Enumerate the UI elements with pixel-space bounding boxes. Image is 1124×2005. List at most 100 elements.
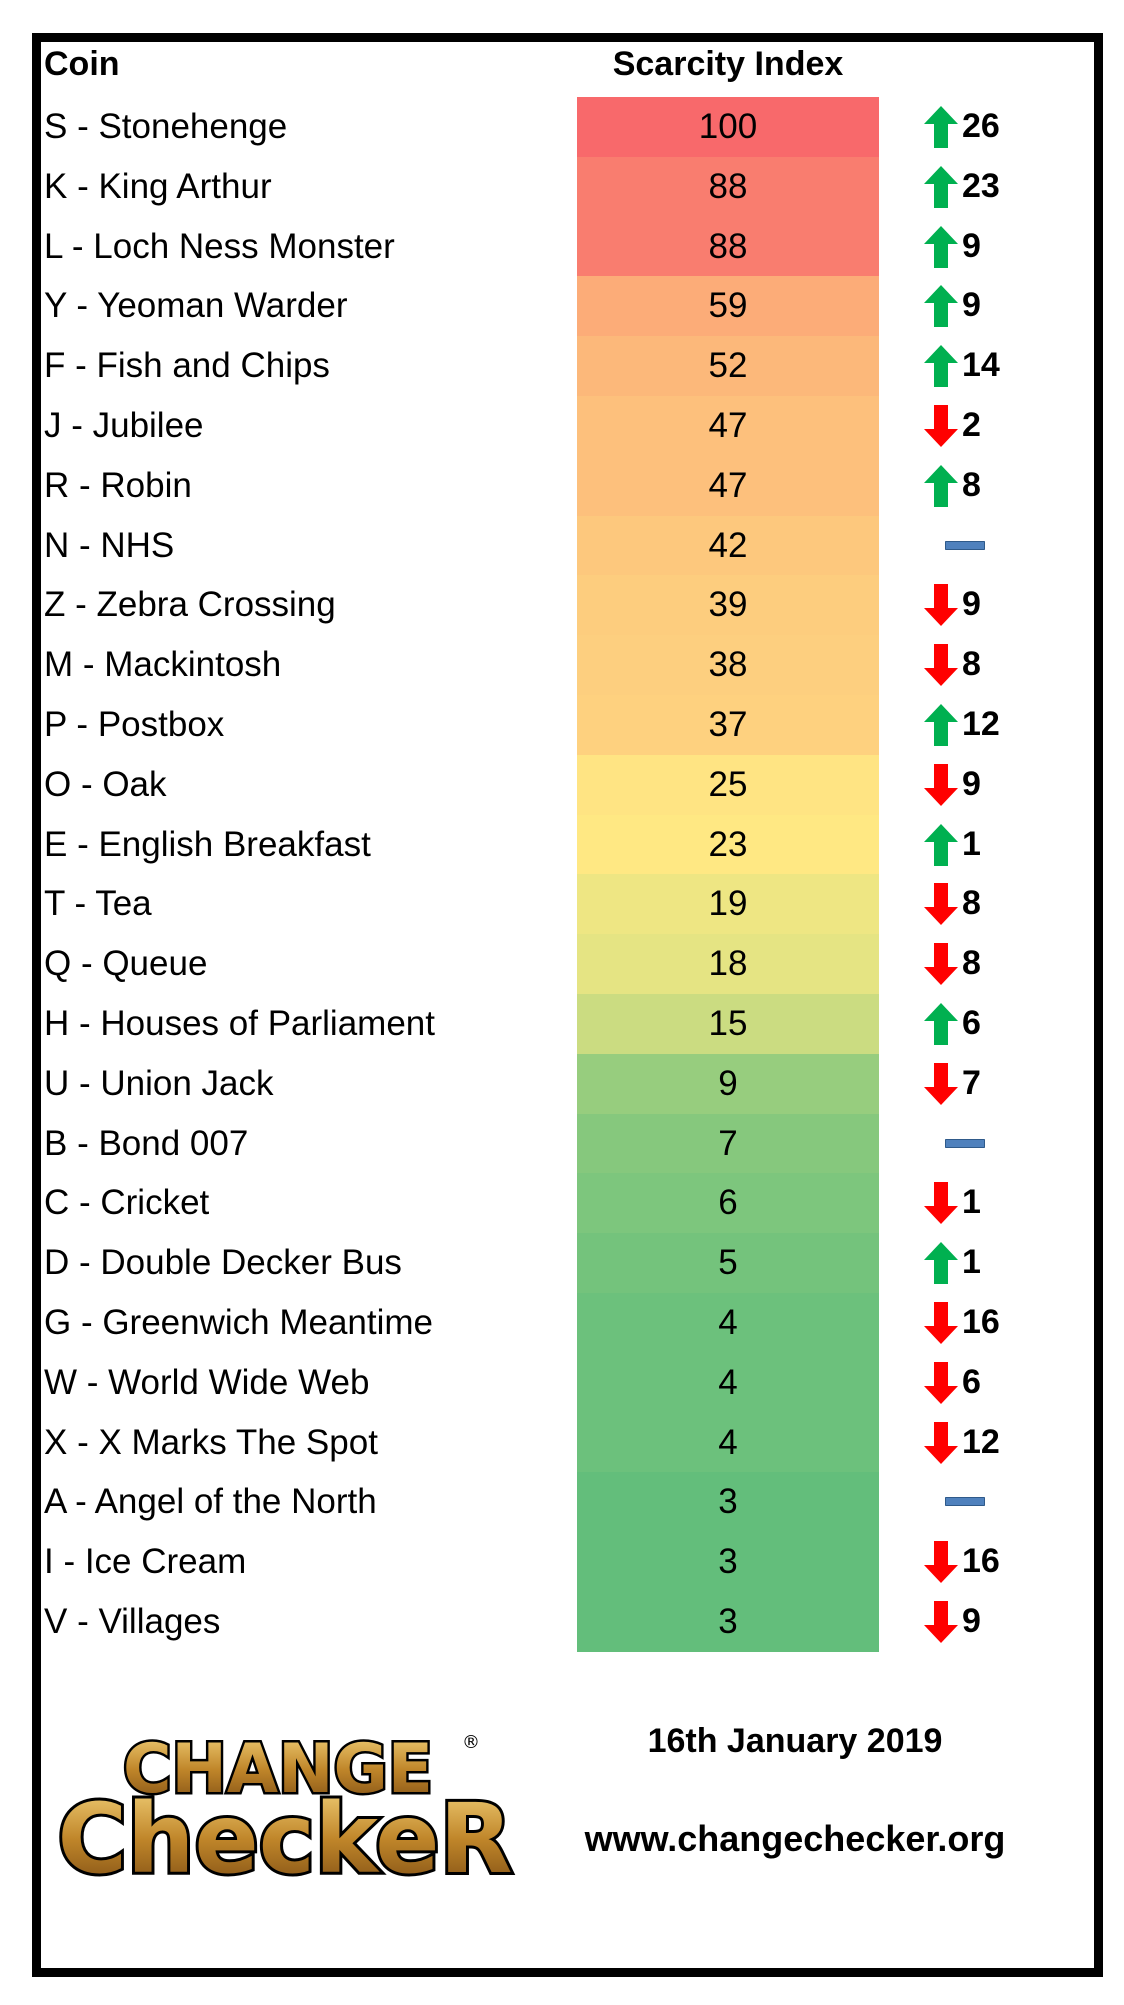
scarcity-index-cell: 4 xyxy=(577,1293,879,1353)
table-row: W - World Wide Web 4 6 xyxy=(0,1352,1124,1413)
rank-change: 6 xyxy=(920,994,1040,1054)
rank-change: 9 xyxy=(920,1592,1040,1652)
rank-change-value: 8 xyxy=(962,645,981,684)
rank-change-value: 6 xyxy=(962,1362,981,1401)
rank-change-value: 23 xyxy=(962,166,1000,205)
rank-change: 6 xyxy=(920,1353,1040,1413)
coin-name: O - Oak xyxy=(44,764,167,804)
rank-change: 1 xyxy=(920,815,1040,875)
rank-change-value: 6 xyxy=(962,1004,981,1042)
rank-change: 14 xyxy=(920,336,1040,396)
scarcity-index-cell: 6 xyxy=(577,1173,879,1234)
table-row: V - Villages 3 9 xyxy=(0,1592,1124,1652)
coin-name: E - English Breakfast xyxy=(44,824,371,864)
scarcity-index-cell: 23 xyxy=(577,814,879,875)
rank-change-value: 9 xyxy=(962,764,981,803)
arrow-up-icon xyxy=(924,165,958,208)
coin-name: L - Loch Ness Monster xyxy=(44,226,395,266)
rank-change-value: 8 xyxy=(962,944,981,983)
scarcity-index-cell: 3 xyxy=(577,1472,879,1533)
scarcity-index-cell: 52 xyxy=(577,336,879,396)
rank-change-value: 7 xyxy=(962,1063,981,1102)
coin-name: V - Villages xyxy=(44,1602,221,1641)
coin-name: U - Union Jack xyxy=(44,1063,274,1103)
rank-change-value: 9 xyxy=(962,585,981,624)
table-row: F - Fish and Chips 52 14 xyxy=(0,336,1124,396)
table-row: D - Double Decker Bus 5 1 xyxy=(0,1233,1124,1293)
table-row: E - English Breakfast 23 1 xyxy=(0,814,1124,875)
arrow-down-icon xyxy=(924,943,958,986)
coin-name: H - Houses of Parliament xyxy=(44,1004,435,1043)
scarcity-index-cell: 3 xyxy=(577,1592,879,1652)
rank-change-value: 12 xyxy=(962,1422,1000,1461)
table-row: A - Angel of the North 3 xyxy=(0,1472,1124,1533)
table-row: U - Union Jack 9 7 xyxy=(0,1053,1124,1114)
table-row: T - Tea 19 8 xyxy=(0,874,1124,935)
arrow-down-icon xyxy=(924,763,958,806)
table-row: J - Jubilee 47 2 xyxy=(0,396,1124,456)
rank-change: 16 xyxy=(920,1293,1040,1353)
rank-change-value: 8 xyxy=(962,884,981,923)
arrow-up-icon xyxy=(924,1003,958,1045)
coin-name: I - Ice Cream xyxy=(44,1542,247,1582)
arrow-down-icon xyxy=(924,883,958,926)
rank-change-value: 12 xyxy=(962,705,1000,743)
arrow-up-icon xyxy=(924,464,958,507)
scarcity-index-cell: 47 xyxy=(577,455,879,516)
arrow-up-icon xyxy=(924,704,958,746)
coin-name: S - Stonehenge xyxy=(44,107,288,146)
table-row: C - Cricket 6 1 xyxy=(0,1173,1124,1234)
table-row: N - NHS 42 xyxy=(0,515,1124,576)
scarcity-index-cell: 100 xyxy=(577,97,879,157)
coin-name: Q - Queue xyxy=(44,944,208,984)
table-row: B - Bond 007 7 xyxy=(0,1113,1124,1174)
scarcity-index-cell: 18 xyxy=(577,934,879,994)
coin-name: Z - Zebra Crossing xyxy=(44,585,336,625)
rank-change-value: 16 xyxy=(962,1303,1000,1341)
table-row: G - Greenwich Meantime 4 16 xyxy=(0,1293,1124,1353)
coin-name: B - Bond 007 xyxy=(44,1123,249,1163)
coin-name: W - World Wide Web xyxy=(44,1362,370,1402)
arrow-down-icon xyxy=(924,1541,958,1584)
scarcity-index-cell: 37 xyxy=(577,695,879,755)
scarcity-index-cell: 4 xyxy=(577,1412,879,1473)
coin-name: P - Postbox xyxy=(44,705,225,744)
scarcity-index-cell: 19 xyxy=(577,874,879,935)
arrow-up-icon xyxy=(924,1242,958,1285)
rank-change: 8 xyxy=(920,874,1040,934)
coin-name: Y - Yeoman Warder xyxy=(44,286,348,326)
rank-change: 8 xyxy=(920,934,1040,994)
rank-change-value: 1 xyxy=(962,824,981,863)
scarcity-index-cell: 7 xyxy=(577,1113,879,1174)
rank-change: 9 xyxy=(920,755,1040,815)
table-row: Z - Zebra Crossing 39 9 xyxy=(0,575,1124,636)
rank-change-value: 9 xyxy=(962,286,981,325)
website-link[interactable]: www.changechecker.org xyxy=(545,1818,1045,1860)
rank-change: 8 xyxy=(920,456,1040,516)
arrow-up-icon xyxy=(924,345,958,388)
arrow-down-icon xyxy=(924,1182,958,1225)
rank-change: 9 xyxy=(920,276,1040,336)
table-row: Y - Yeoman Warder 59 9 xyxy=(0,276,1124,337)
rank-change-value: 9 xyxy=(962,1602,981,1640)
table-row: P - Postbox 37 12 xyxy=(0,695,1124,755)
arrow-down-icon xyxy=(924,405,958,447)
coin-name: M - Mackintosh xyxy=(44,645,282,685)
rank-change xyxy=(920,516,1040,576)
rank-change-value: 1 xyxy=(962,1243,981,1282)
rank-change: 2 xyxy=(920,396,1040,456)
rank-change: 7 xyxy=(920,1054,1040,1114)
rank-change: 12 xyxy=(920,1413,1040,1473)
table-row: X - X Marks The Spot 4 12 xyxy=(0,1412,1124,1473)
no-change-dash-icon xyxy=(945,540,985,550)
arrow-down-icon xyxy=(924,584,958,627)
rank-change: 26 xyxy=(920,97,1040,157)
scarcity-index-cell: 5 xyxy=(577,1233,879,1293)
coin-name: C - Cricket xyxy=(44,1183,210,1223)
rank-change-value: 2 xyxy=(962,406,981,444)
rank-change xyxy=(920,1114,1040,1174)
scarcity-index-cell: 9 xyxy=(577,1053,879,1114)
coin-name: J - Jubilee xyxy=(44,406,204,445)
coin-name: K - King Arthur xyxy=(44,166,272,206)
svg-text:CheckeR: CheckeR xyxy=(58,1783,513,1887)
